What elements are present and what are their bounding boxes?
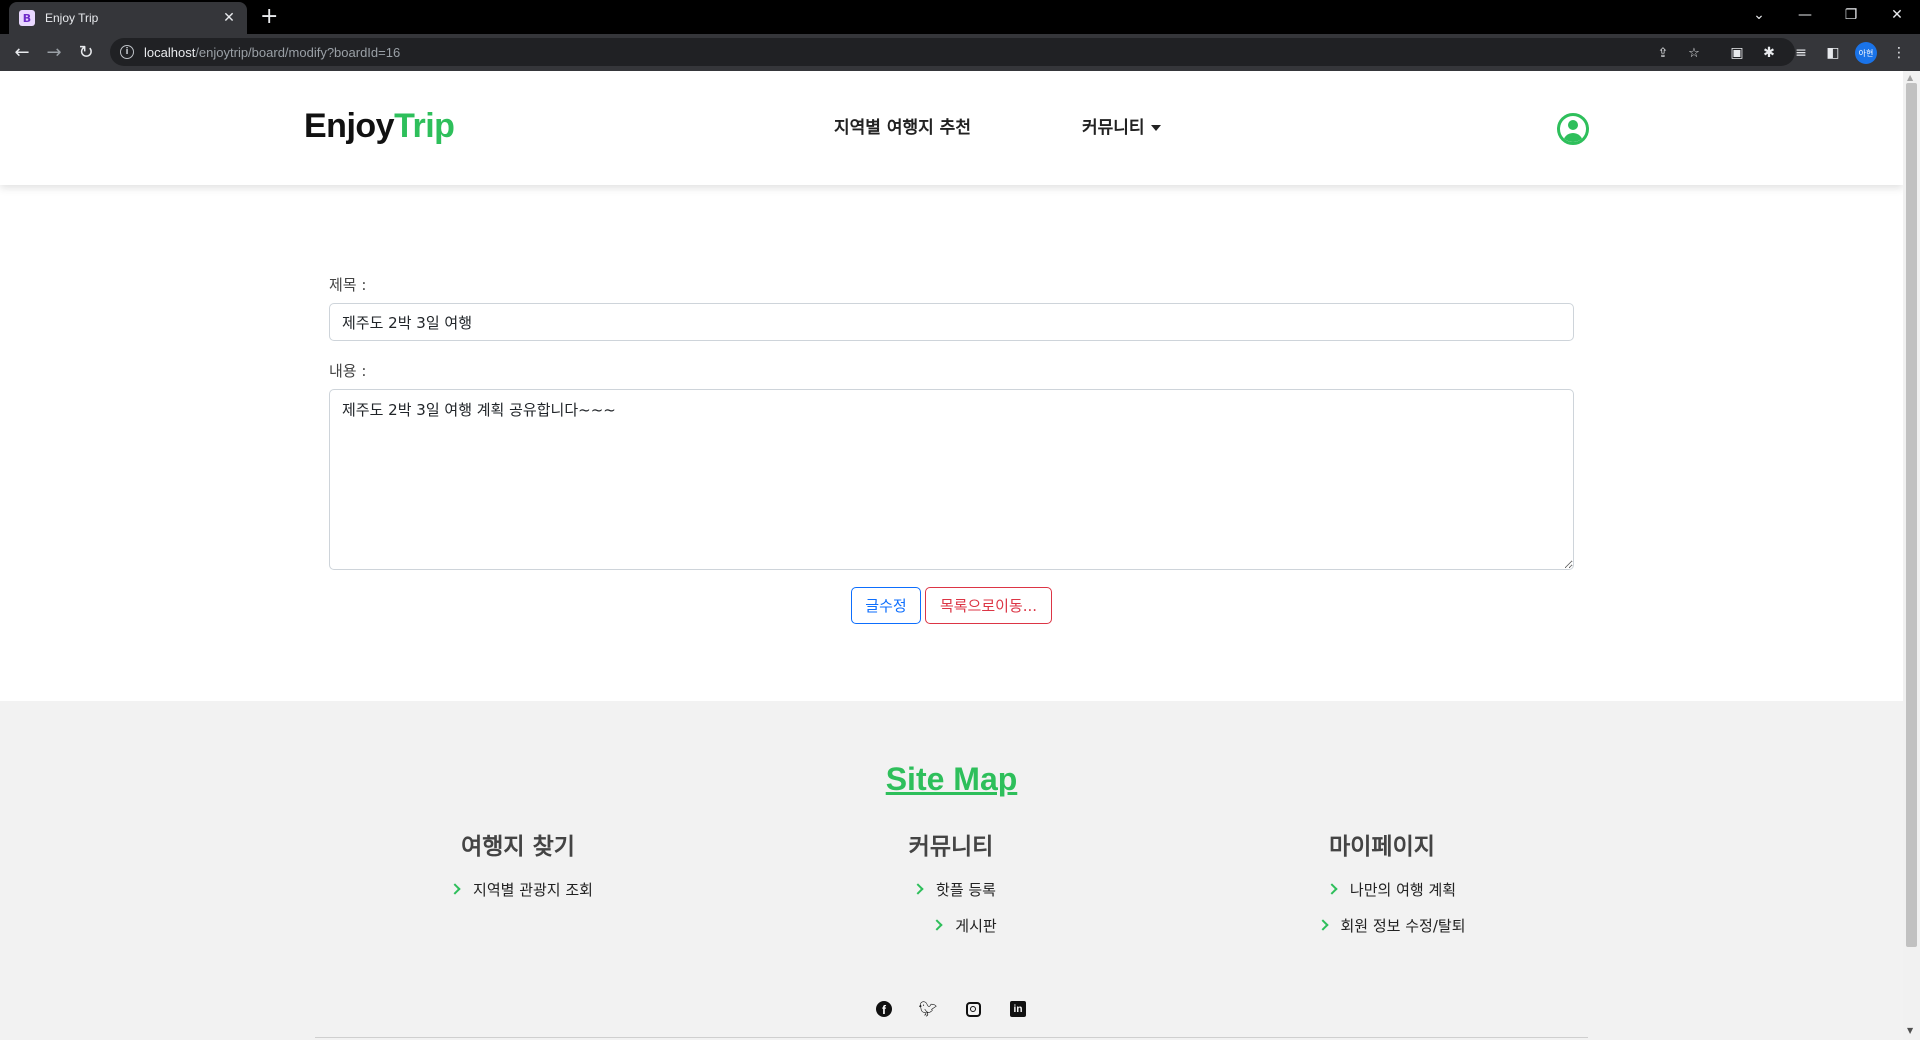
- menu-icon[interactable]: ⋮: [1890, 44, 1908, 62]
- url-path: /enjoytrip/board/modify?boardId=16: [195, 44, 401, 60]
- nav-community-dropdown[interactable]: 커뮤니티: [1082, 113, 1161, 138]
- footer-link[interactable]: 회원 정보 수정/탈퇴: [1242, 915, 1542, 936]
- chevron-right-icon: [912, 883, 924, 895]
- footer-link[interactable]: 지역별 관광지 조회: [372, 879, 672, 900]
- footer-col-title-travel: 여행지 찾기: [461, 834, 575, 860]
- back-to-list-button[interactable]: 목록으로이동...: [925, 587, 1052, 624]
- instagram-icon[interactable]: [963, 999, 983, 1019]
- footer-divider: [315, 1037, 1588, 1038]
- forward-arrow-icon[interactable]: →: [42, 40, 66, 64]
- side-panel-icon[interactable]: ◧: [1824, 44, 1842, 62]
- reading-list-icon[interactable]: ≡: [1792, 44, 1810, 62]
- browser-tab[interactable]: B Enjoy Trip ✕: [9, 2, 247, 34]
- extension-puzzle-alt-icon[interactable]: ▣: [1728, 44, 1746, 62]
- scroll-down-arrow-icon[interactable]: ▼: [1907, 1026, 1913, 1035]
- user-circle-icon[interactable]: [1557, 113, 1589, 145]
- chevron-right-icon: [931, 919, 943, 931]
- linkedin-icon[interactable]: in: [1008, 999, 1028, 1019]
- minimize-icon[interactable]: —: [1782, 0, 1828, 30]
- restore-icon[interactable]: ❐: [1828, 0, 1874, 30]
- twitter-icon[interactable]: 🐦︎: [918, 999, 938, 1019]
- tab-title: Enjoy Trip: [45, 11, 99, 25]
- chevron-right-icon: [1326, 883, 1338, 895]
- footer-col-title-community: 커뮤니티: [908, 834, 994, 860]
- tab-search-icon[interactable]: ⌄: [1736, 0, 1782, 30]
- scroll-up-arrow-icon[interactable]: ▲: [1907, 73, 1913, 82]
- reload-icon[interactable]: ↻: [74, 40, 98, 64]
- edit-post-button[interactable]: 글수정: [851, 587, 921, 624]
- site-logo[interactable]: EnjoyTrip: [304, 107, 455, 146]
- site-info-icon[interactable]: i: [120, 45, 134, 59]
- caret-down-icon: [1150, 125, 1161, 131]
- address-bar[interactable]: i localhost/enjoytrip/board/modify?board…: [110, 38, 1795, 66]
- window-close-icon[interactable]: ✕: [1874, 0, 1920, 30]
- new-tab-icon[interactable]: +: [260, 4, 278, 30]
- site-header: EnjoyTrip 지역별 여행지 추천 커뮤니티: [0, 71, 1903, 185]
- nav-recommend-link[interactable]: 지역별 여행지 추천: [834, 113, 971, 138]
- back-arrow-icon[interactable]: ←: [10, 40, 34, 64]
- chevron-right-icon: [1316, 919, 1329, 931]
- footer-col-title-mypage: 마이페이지: [1329, 834, 1435, 860]
- footer-link[interactable]: 핫플 등록: [805, 879, 1105, 900]
- facebook-icon[interactable]: f: [874, 999, 894, 1019]
- content-label: 내용 :: [329, 362, 367, 380]
- title-label: 제목 :: [329, 276, 367, 294]
- profile-avatar[interactable]: 아현: [1855, 42, 1877, 64]
- chevron-right-icon: [449, 883, 461, 895]
- page-scrollbar[interactable]: ▲ ▼: [1903, 71, 1920, 1040]
- browser-toolbar: ← → ↻ i localhost/enjoytrip/board/modify…: [0, 34, 1920, 71]
- extensions-icon[interactable]: ✱: [1760, 44, 1778, 62]
- star-icon[interactable]: ☆: [1686, 45, 1702, 61]
- page-viewport: EnjoyTrip 지역별 여행지 추천 커뮤니티 제목 : 내용 : 제주도 …: [0, 71, 1920, 1040]
- title-input[interactable]: [329, 303, 1574, 341]
- footer-link[interactable]: 나만의 여행 계획: [1242, 879, 1542, 900]
- tab-close-icon[interactable]: ✕: [221, 10, 237, 26]
- footer-link[interactable]: 게시판: [815, 915, 1115, 936]
- url-host: localhost: [144, 44, 196, 60]
- share-icon[interactable]: ⇪: [1655, 45, 1671, 61]
- browser-tab-bar: B Enjoy Trip ✕ + ⌄ — ❐ ✕: [0, 0, 1920, 34]
- sitemap-title[interactable]: Site Map: [0, 761, 1903, 798]
- bootstrap-favicon-icon: B: [19, 10, 35, 26]
- content-textarea[interactable]: 제주도 2박 3일 여행 계획 공유합니다~~~: [329, 389, 1574, 570]
- site-footer: Site Map 여행지 찾기 지역별 관광지 조회 커뮤니티 핫플 등록 게시…: [0, 701, 1903, 1040]
- scrollbar-thumb[interactable]: [1906, 83, 1917, 947]
